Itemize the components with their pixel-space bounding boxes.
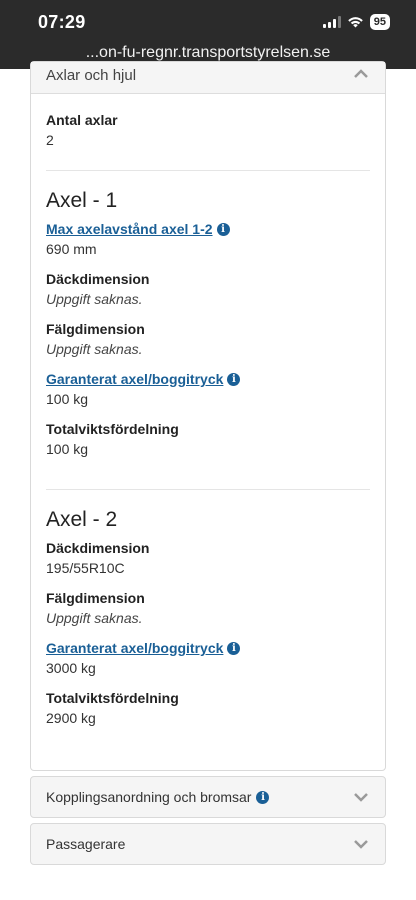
battery-icon: 95 <box>369 14 390 30</box>
garanterat-boggitryck-link[interactable]: Garanterat axel/boggitryck i <box>46 638 241 658</box>
panel-title: Passagerare <box>46 836 126 852</box>
address-bar-url[interactable]: ...on-fu-regnr.transportstyrelsen.se <box>0 44 416 62</box>
page-content: Axlar och hjul Antal axlar 2 Axel - 1 Ma… <box>0 61 416 900</box>
page-left-margin <box>0 69 30 899</box>
falgdimension-label: Fälgdimension <box>46 590 145 606</box>
panel-body: Antal axlar 2 Axel - 1 Max axelavstånd a… <box>31 94 385 728</box>
totalviktsfordelning-label: Totalviktsfördelning <box>46 421 179 437</box>
info-icon[interactable]: i <box>256 790 270 804</box>
falgdimension-label: Fälgdimension <box>46 321 145 337</box>
axel-2-heading: Axel - 2 <box>46 508 118 531</box>
panel-title: Axlar och hjul <box>46 67 137 84</box>
panel-passagerare[interactable]: Passagerare <box>30 823 386 865</box>
antal-axlar-label: Antal axlar <box>46 112 118 128</box>
panel-axlar-och-hjul: Axlar och hjul Antal axlar 2 Axel - 1 Ma… <box>30 61 386 771</box>
dackdimension-label: Däckdimension <box>46 271 150 287</box>
info-icon[interactable]: i <box>227 372 241 386</box>
cellular-signal-icon <box>322 16 341 28</box>
status-time: 07:29 <box>38 12 86 32</box>
dackdimension-value: Uppgift saknas. <box>46 291 143 307</box>
info-icon[interactable]: i <box>216 222 230 236</box>
totalviktsfordelning-value: 2900 kg <box>46 710 96 726</box>
panel-kopplingsanordning[interactable]: Kopplingsanordning och bromsar i <box>30 776 386 818</box>
garanterat-boggitryck-link[interactable]: Garanterat axel/boggitryck i <box>46 369 241 389</box>
status-icons: 95 <box>322 14 390 30</box>
totalviktsfordelning-label: Totalviktsfördelning <box>46 690 179 706</box>
wifi-icon <box>347 16 364 28</box>
chevron-down-icon[interactable] <box>353 789 369 807</box>
panel-title-text: Kopplingsanordning och bromsar <box>46 789 252 805</box>
panel-title: Kopplingsanordning och bromsar i <box>46 789 270 805</box>
chevron-down-icon[interactable] <box>353 836 369 854</box>
garanterat-boggitryck-value: 3000 kg <box>46 660 96 676</box>
garanterat-boggitryck-link-text: Garanterat axel/boggitryck <box>46 371 224 387</box>
info-icon[interactable]: i <box>227 641 241 655</box>
max-axelavstand-link-text: Max axelavstånd axel 1-2 <box>46 221 213 237</box>
browser-top-bar: 07:29 95 ...on-fu-regnr.transportstyrels… <box>0 0 416 69</box>
dackdimension-value: 195/55R10C <box>46 560 125 576</box>
dackdimension-label: Däckdimension <box>46 540 150 556</box>
axel-1-heading: Axel - 1 <box>46 189 118 212</box>
totalviktsfordelning-value: 100 kg <box>46 441 89 457</box>
panel-header-axlar-och-hjul[interactable]: Axlar och hjul <box>31 62 385 94</box>
garanterat-boggitryck-link-text: Garanterat axel/boggitryck <box>46 640 224 656</box>
falgdimension-value: Uppgift saknas. <box>46 610 143 626</box>
antal-axlar-value: 2 <box>46 132 54 148</box>
max-axelavstand-value: 690 mm <box>46 241 97 257</box>
falgdimension-value: Uppgift saknas. <box>46 341 143 357</box>
max-axelavstand-link[interactable]: Max axelavstånd axel 1-2 i <box>46 219 230 239</box>
garanterat-boggitryck-value: 100 kg <box>46 391 89 407</box>
chevron-up-icon[interactable] <box>353 66 369 84</box>
